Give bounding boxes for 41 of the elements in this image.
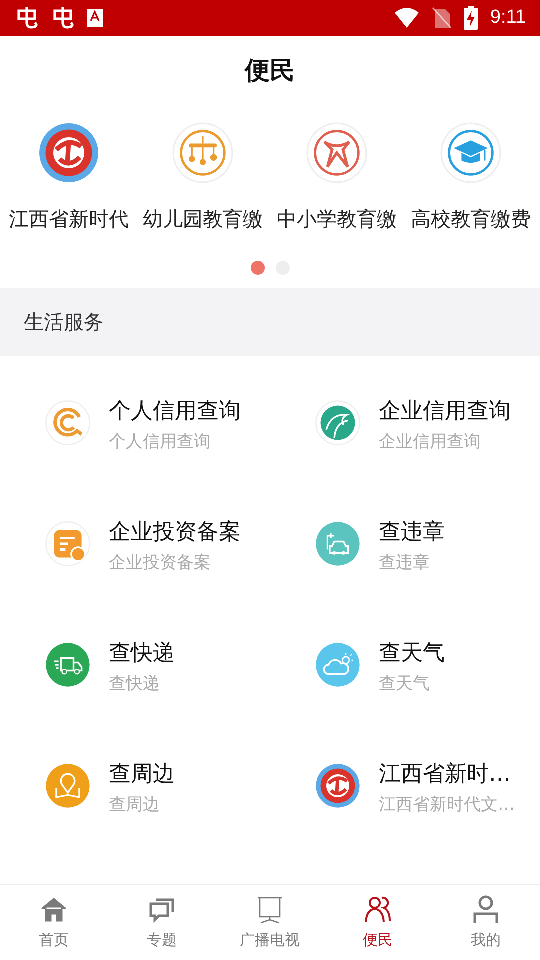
graduation-cap-icon bbox=[440, 122, 502, 184]
car-icon bbox=[315, 520, 361, 566]
baby-mobile-icon bbox=[172, 122, 234, 184]
section-title: 生活服务 bbox=[24, 308, 104, 336]
service-item[interactable]: 江西省新时… 江西省新时代文… bbox=[270, 727, 540, 848]
tab-bar-item[interactable]: 首页 bbox=[0, 885, 108, 960]
projector-screen-icon bbox=[255, 895, 285, 925]
tab-bar-item[interactable]: 我的 bbox=[432, 885, 540, 960]
page-title: 便民 bbox=[245, 54, 295, 86]
truck-icon bbox=[45, 642, 91, 688]
tab-bar-item[interactable]: 专题 bbox=[108, 885, 216, 960]
service-item[interactable]: 企业信用查询 企业信用查询 bbox=[270, 364, 540, 485]
credit-icon bbox=[45, 400, 91, 446]
service-item[interactable]: 企业投资备案 企业投资备案 bbox=[0, 485, 270, 606]
document-icon bbox=[45, 520, 91, 566]
scarf-icon bbox=[306, 122, 368, 184]
wave-icon bbox=[315, 400, 361, 446]
shortcut-item[interactable]: 江西省新时代 bbox=[2, 122, 136, 233]
service-item[interactable]: 查周边 查周边 bbox=[0, 727, 270, 848]
shortcut-item[interactable]: 高校教育缴费 bbox=[404, 122, 538, 233]
emblem-icon bbox=[38, 122, 100, 184]
page-indicator-dot[interactable] bbox=[250, 261, 264, 275]
tab-bar-item[interactable]: 广播电视 bbox=[216, 885, 324, 960]
notification-icon bbox=[86, 8, 104, 28]
wifi-icon bbox=[394, 7, 420, 29]
cloud-sun-icon bbox=[315, 642, 361, 688]
emblem-icon bbox=[315, 762, 361, 808]
home-icon bbox=[39, 895, 69, 925]
no-sim-icon bbox=[432, 7, 452, 29]
service-item[interactable]: 查快递 查快递 bbox=[0, 606, 270, 727]
tab-bar-item[interactable]: 便民 bbox=[324, 885, 432, 960]
battery-charging-icon bbox=[464, 6, 478, 30]
service-item[interactable]: 查违章 查违章 bbox=[270, 485, 540, 606]
status-time: 9:11 bbox=[490, 7, 526, 29]
shortcut-item[interactable]: 中小学教育缴 bbox=[270, 122, 404, 233]
shortcut-item[interactable]: 幼儿园教育缴 bbox=[136, 122, 270, 233]
person-icon bbox=[471, 895, 501, 925]
map-pin-icon bbox=[45, 762, 91, 808]
service-item[interactable]: 查天气 查天气 bbox=[270, 606, 540, 727]
people-icon bbox=[363, 895, 393, 925]
service-item[interactable]: 个人信用查询 个人信用查询 bbox=[0, 364, 270, 485]
